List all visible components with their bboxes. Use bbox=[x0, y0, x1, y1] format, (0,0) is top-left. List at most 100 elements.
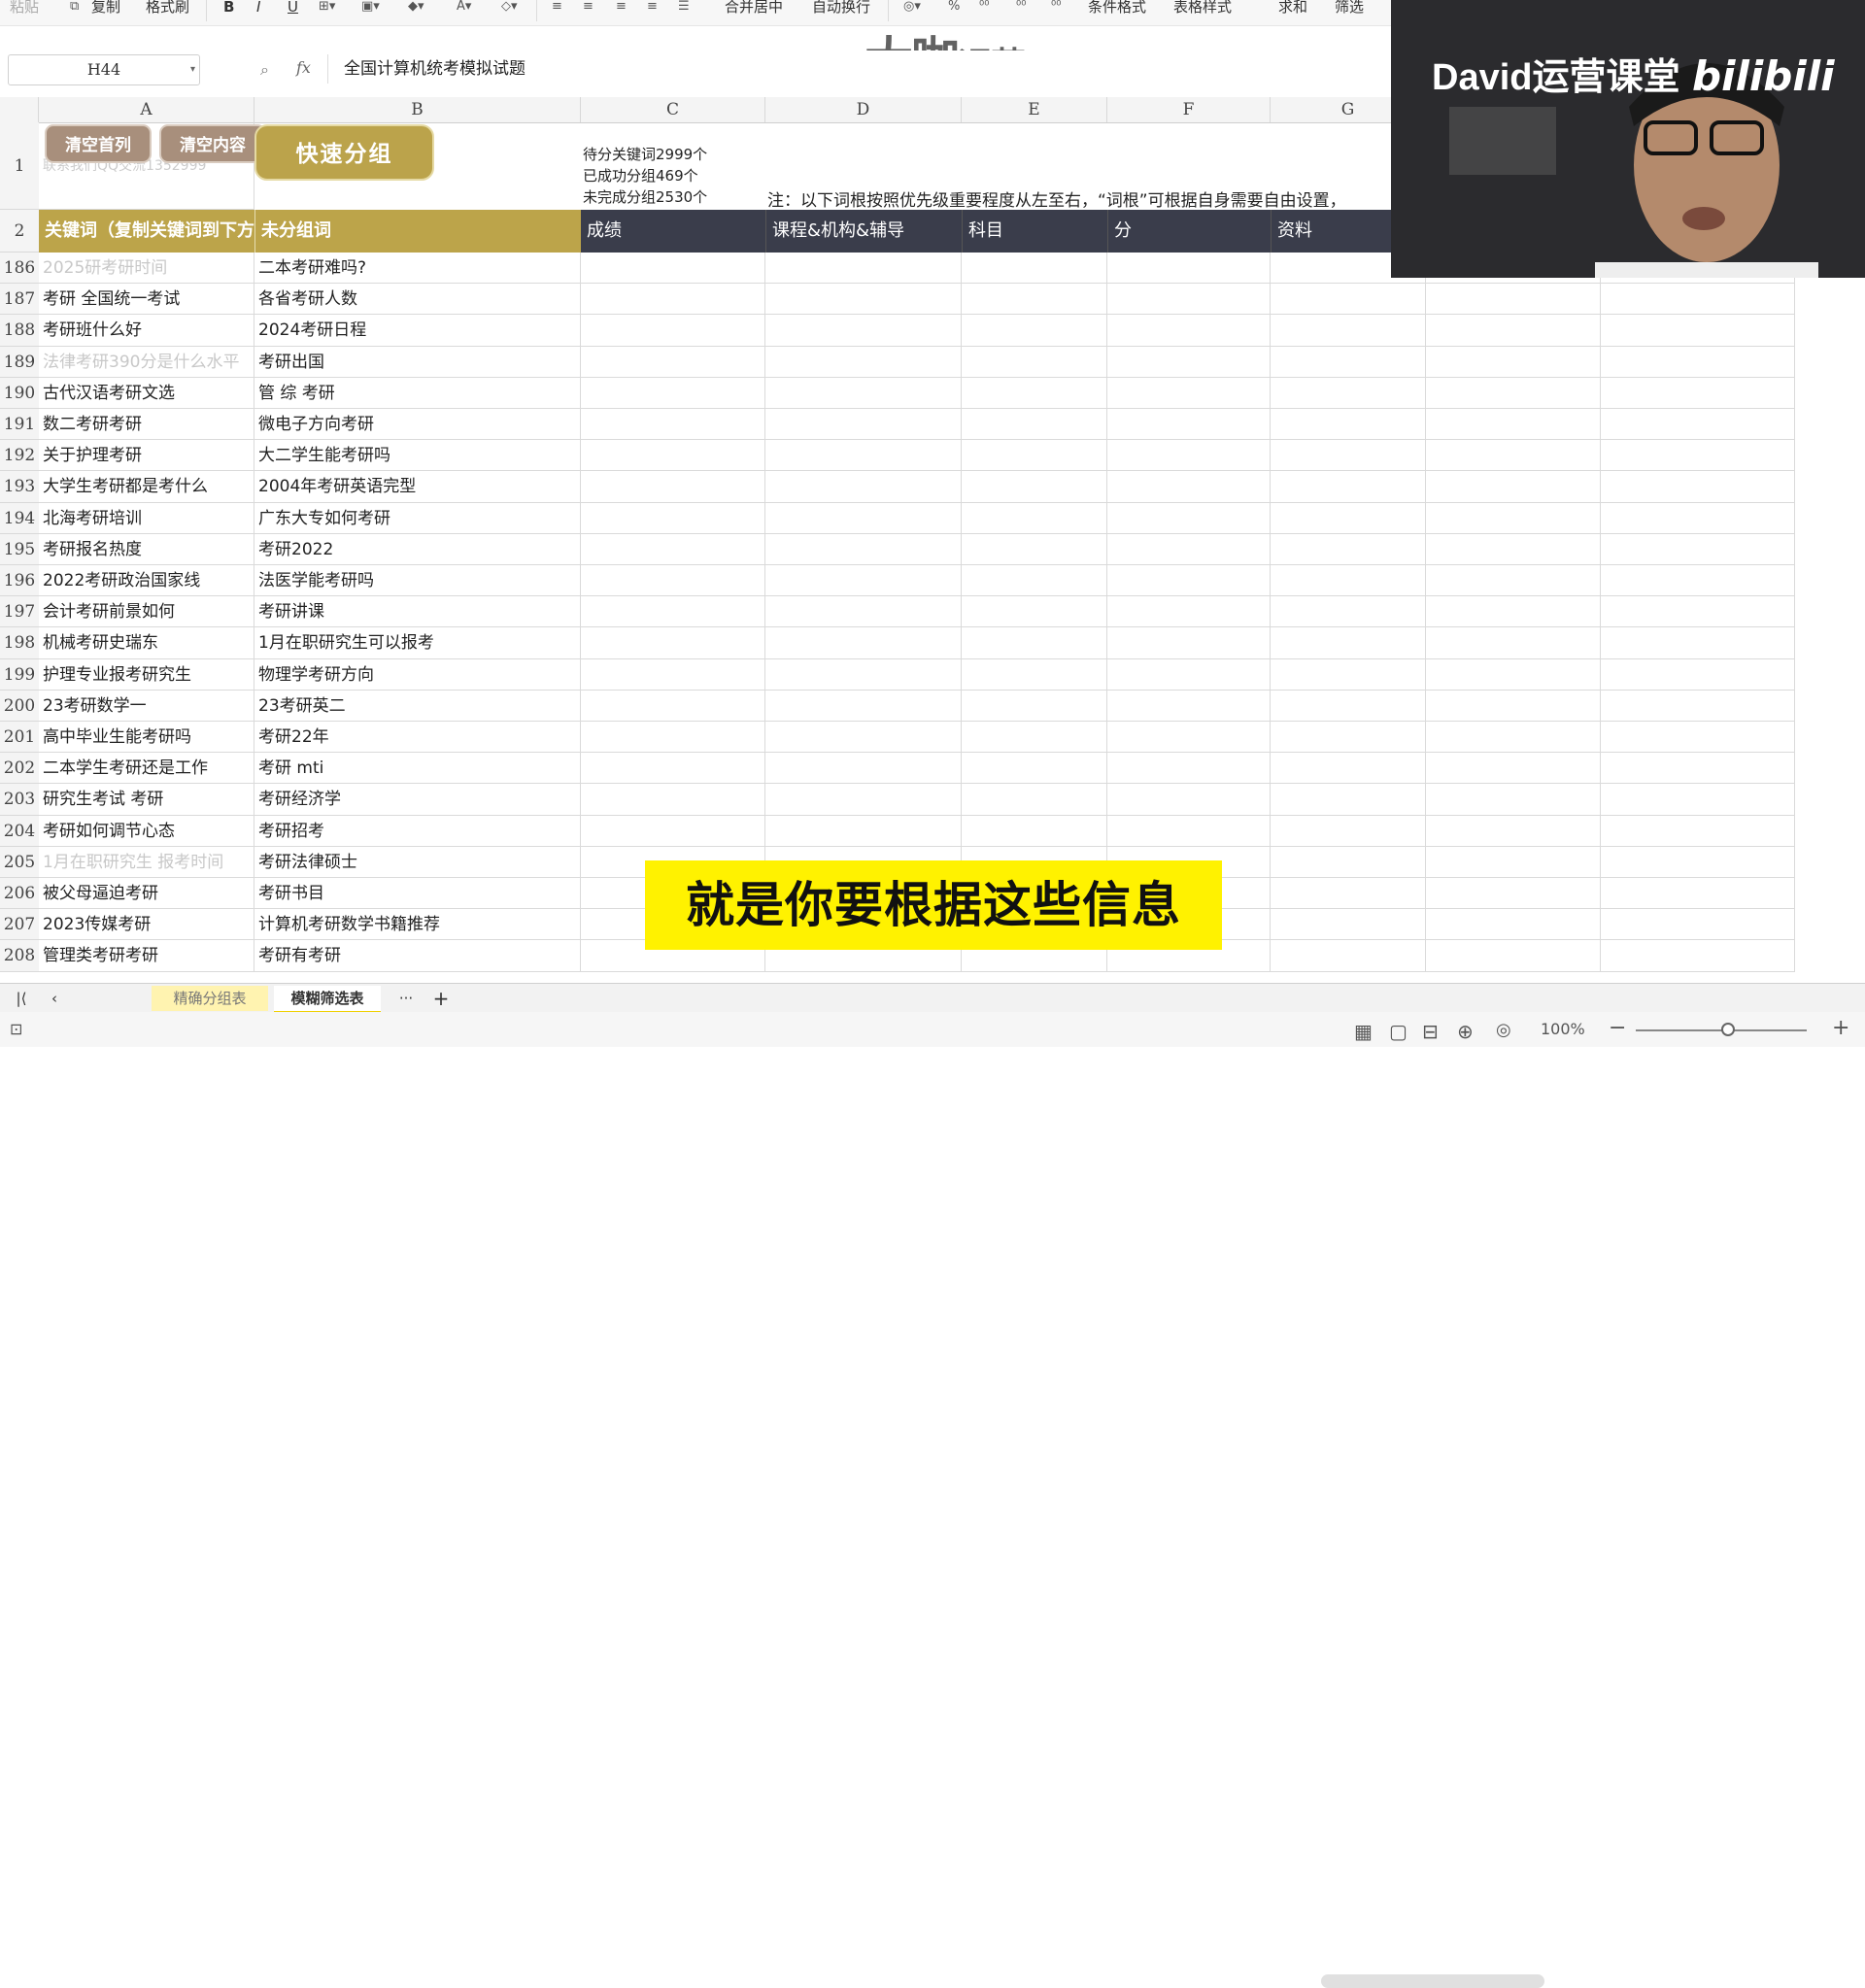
cell-keyword[interactable]: 研究生考试 考研 bbox=[39, 784, 254, 816]
cell-empty[interactable] bbox=[962, 409, 1107, 440]
cell-empty[interactable] bbox=[1601, 878, 1795, 909]
cell-empty[interactable] bbox=[1271, 440, 1426, 471]
cell-keyword[interactable]: 关于护理考研 bbox=[39, 440, 254, 471]
cell-empty[interactable] bbox=[1426, 471, 1601, 503]
justify-icon[interactable]: ≡ bbox=[647, 0, 658, 14]
column-header-a[interactable]: A bbox=[39, 97, 254, 122]
cell-ungrouped[interactable]: 法医学能考研吗 bbox=[254, 565, 581, 596]
cell-empty[interactable] bbox=[962, 627, 1107, 659]
cell-keyword[interactable]: 2025研考研时间 bbox=[39, 253, 254, 284]
cell-empty[interactable] bbox=[1426, 627, 1601, 659]
row-header[interactable]: 195 bbox=[0, 534, 39, 565]
cell-empty[interactable] bbox=[1426, 347, 1601, 378]
row-header[interactable]: 206 bbox=[0, 878, 39, 909]
cell-empty[interactable] bbox=[1107, 347, 1271, 378]
cell-ungrouped[interactable]: 物理学考研方向 bbox=[254, 659, 581, 691]
column-header-f[interactable]: F bbox=[1107, 97, 1271, 122]
cell-empty[interactable] bbox=[765, 722, 962, 753]
cell-keyword[interactable]: 机械考研史瑞东 bbox=[39, 627, 254, 659]
cell-empty[interactable] bbox=[1271, 378, 1426, 409]
formula-input[interactable]: 全国计算机统考模拟试题 bbox=[327, 54, 1558, 84]
cell-empty[interactable] bbox=[1271, 565, 1426, 596]
quick-group-button[interactable]: 快速分组 bbox=[254, 124, 434, 181]
cell-empty[interactable] bbox=[765, 253, 962, 284]
cell-empty[interactable] bbox=[1107, 471, 1271, 503]
bold-button[interactable]: B bbox=[223, 0, 234, 21]
cell-empty[interactable] bbox=[1426, 503, 1601, 534]
row-header[interactable]: 186 bbox=[0, 253, 39, 284]
cell-ungrouped[interactable]: 计算机考研数学书籍推荐 bbox=[254, 909, 581, 940]
cell-empty[interactable] bbox=[1601, 440, 1795, 471]
cell-empty[interactable] bbox=[765, 471, 962, 503]
row-header[interactable]: 193 bbox=[0, 471, 39, 503]
cell-keyword[interactable]: 护理专业报考研究生 bbox=[39, 659, 254, 691]
cell-empty[interactable] bbox=[1271, 691, 1426, 722]
cell-empty[interactable] bbox=[1601, 409, 1795, 440]
cell-ungrouped[interactable]: 考研招考 bbox=[254, 816, 581, 847]
cell-empty[interactable] bbox=[1426, 847, 1601, 878]
cell-ungrouped[interactable]: 2004年考研英语完型 bbox=[254, 471, 581, 503]
header-points[interactable]: 分 bbox=[1107, 210, 1271, 253]
cell-ungrouped[interactable]: 考研经济学 bbox=[254, 784, 581, 816]
cell-empty[interactable] bbox=[581, 565, 765, 596]
cell-empty[interactable] bbox=[1426, 816, 1601, 847]
cell-empty[interactable] bbox=[1426, 909, 1601, 940]
header-keyword[interactable]: 关键词（复制关键词到下方 bbox=[39, 210, 254, 253]
zoom-slider-knob[interactable] bbox=[1721, 1023, 1735, 1036]
cell-empty[interactable] bbox=[1271, 284, 1426, 315]
cell-empty[interactable] bbox=[1271, 534, 1426, 565]
search-icon[interactable]: ⌕ bbox=[260, 60, 269, 80]
cell-keyword[interactable]: 数二考研考研 bbox=[39, 409, 254, 440]
cell-empty[interactable] bbox=[765, 409, 962, 440]
cell-empty[interactable] bbox=[962, 253, 1107, 284]
cell-keyword[interactable]: 1月在职研究生 报考时间 bbox=[39, 847, 254, 878]
cell-empty[interactable] bbox=[581, 253, 765, 284]
cell-empty[interactable] bbox=[962, 440, 1107, 471]
row-header[interactable]: 192 bbox=[0, 440, 39, 471]
cell-ungrouped[interactable]: 1月在职研究生可以报考 bbox=[254, 627, 581, 659]
row-header[interactable]: 197 bbox=[0, 596, 39, 627]
cell-keyword[interactable]: 北海考研培训 bbox=[39, 503, 254, 534]
cell-ungrouped[interactable]: 考研出国 bbox=[254, 347, 581, 378]
cell-empty[interactable] bbox=[1271, 878, 1426, 909]
cell-empty[interactable] bbox=[1107, 596, 1271, 627]
cell-empty[interactable] bbox=[962, 596, 1107, 627]
cell-empty[interactable] bbox=[1601, 847, 1795, 878]
cell-empty[interactable] bbox=[1107, 784, 1271, 816]
cell-empty[interactable] bbox=[765, 565, 962, 596]
column-header-e[interactable]: E bbox=[962, 97, 1107, 122]
normal-view-icon[interactable]: ▦ bbox=[1354, 1020, 1373, 1043]
cell-empty[interactable] bbox=[962, 784, 1107, 816]
font-color-icon[interactable]: A▾ bbox=[457, 0, 471, 14]
cell-empty[interactable] bbox=[581, 440, 765, 471]
decimal-icon[interactable]: ⁰⁰ bbox=[1016, 0, 1026, 14]
cell-ungrouped[interactable]: 考研22年 bbox=[254, 722, 581, 753]
cell-ungrouped[interactable]: 考研 mti bbox=[254, 753, 581, 784]
cell-keyword[interactable]: 23考研数学一 bbox=[39, 691, 254, 722]
row-header[interactable]: 190 bbox=[0, 378, 39, 409]
cell-keyword[interactable]: 考研班什么好 bbox=[39, 315, 254, 347]
zoom-in-icon[interactable]: + bbox=[1832, 1016, 1849, 1040]
cell-empty[interactable] bbox=[962, 315, 1107, 347]
row-header[interactable]: 205 bbox=[0, 847, 39, 878]
more-sheets-icon[interactable]: ··· bbox=[394, 986, 418, 1011]
cell-empty[interactable] bbox=[1426, 753, 1601, 784]
decimal-icon[interactable]: ⁰⁰ bbox=[1051, 0, 1061, 14]
row-header[interactable]: 200 bbox=[0, 691, 39, 722]
select-all-corner[interactable] bbox=[0, 97, 39, 122]
cell-empty[interactable] bbox=[1426, 691, 1601, 722]
align-right-icon[interactable]: ≡ bbox=[616, 0, 627, 14]
cell-keyword[interactable]: 二本学生考研还是工作 bbox=[39, 753, 254, 784]
cell-empty[interactable] bbox=[1601, 816, 1795, 847]
cell-empty[interactable] bbox=[1601, 378, 1795, 409]
cell-empty[interactable] bbox=[581, 409, 765, 440]
cell-ungrouped[interactable]: 管 综 考研 bbox=[254, 378, 581, 409]
align-center-icon[interactable]: ≡ bbox=[583, 0, 593, 14]
cell-keyword[interactable]: 会计考研前景如何 bbox=[39, 596, 254, 627]
cell-keyword[interactable]: 考研报名热度 bbox=[39, 534, 254, 565]
row-header[interactable]: 207 bbox=[0, 909, 39, 940]
cell-ungrouped[interactable]: 考研法律硕士 bbox=[254, 847, 581, 878]
cell-ungrouped[interactable]: 大二学生能考研吗 bbox=[254, 440, 581, 471]
header-course[interactable]: 课程&机构&辅导 bbox=[765, 210, 962, 253]
cell-empty[interactable] bbox=[765, 378, 962, 409]
